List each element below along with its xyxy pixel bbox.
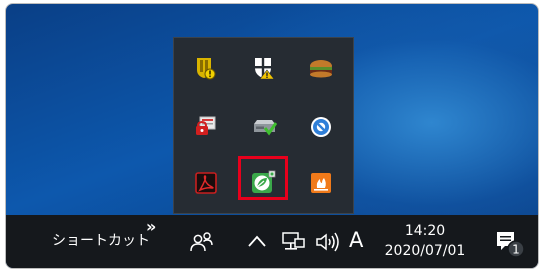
shortcut-toolbar-label[interactable]: ショートカット — [52, 230, 150, 250]
notification-count-badge: 1 — [512, 243, 520, 257]
orange-flame-app-icon[interactable] — [308, 170, 334, 196]
acrobat-reader-icon[interactable] — [193, 170, 219, 196]
ime-mode-indicator[interactable]: A — [349, 228, 363, 252]
desktop: ショートカット » A 14:20 2020/07/01 1 — [5, 3, 539, 269]
hamburger-app-icon[interactable] — [308, 56, 334, 82]
show-hidden-icons-chevron-up-icon[interactable] — [246, 230, 268, 252]
blue-circle-app-icon[interactable] — [308, 114, 334, 140]
clock-date: 2020/07/01 — [384, 243, 466, 259]
clock-time: 14:20 — [404, 223, 446, 239]
security-center-icon[interactable] — [251, 55, 277, 81]
hidden-icons-flyout — [173, 37, 354, 214]
highlight-box — [238, 156, 288, 200]
clock[interactable]: 14:20 2020/07/01 — [384, 221, 466, 261]
taskbar: ショートカット » A 14:20 2020/07/01 1 — [6, 215, 538, 268]
shield-alert-icon[interactable] — [192, 55, 218, 81]
people-icon[interactable] — [189, 229, 215, 255]
network-icon[interactable] — [281, 229, 307, 255]
drive-check-icon[interactable] — [251, 114, 277, 140]
volume-icon[interactable] — [314, 229, 344, 255]
action-center-icon[interactable]: 1 — [493, 229, 527, 259]
card-reader-locked-icon[interactable] — [193, 113, 219, 139]
toolbar-overflow-chevron[interactable]: » — [146, 217, 156, 236]
